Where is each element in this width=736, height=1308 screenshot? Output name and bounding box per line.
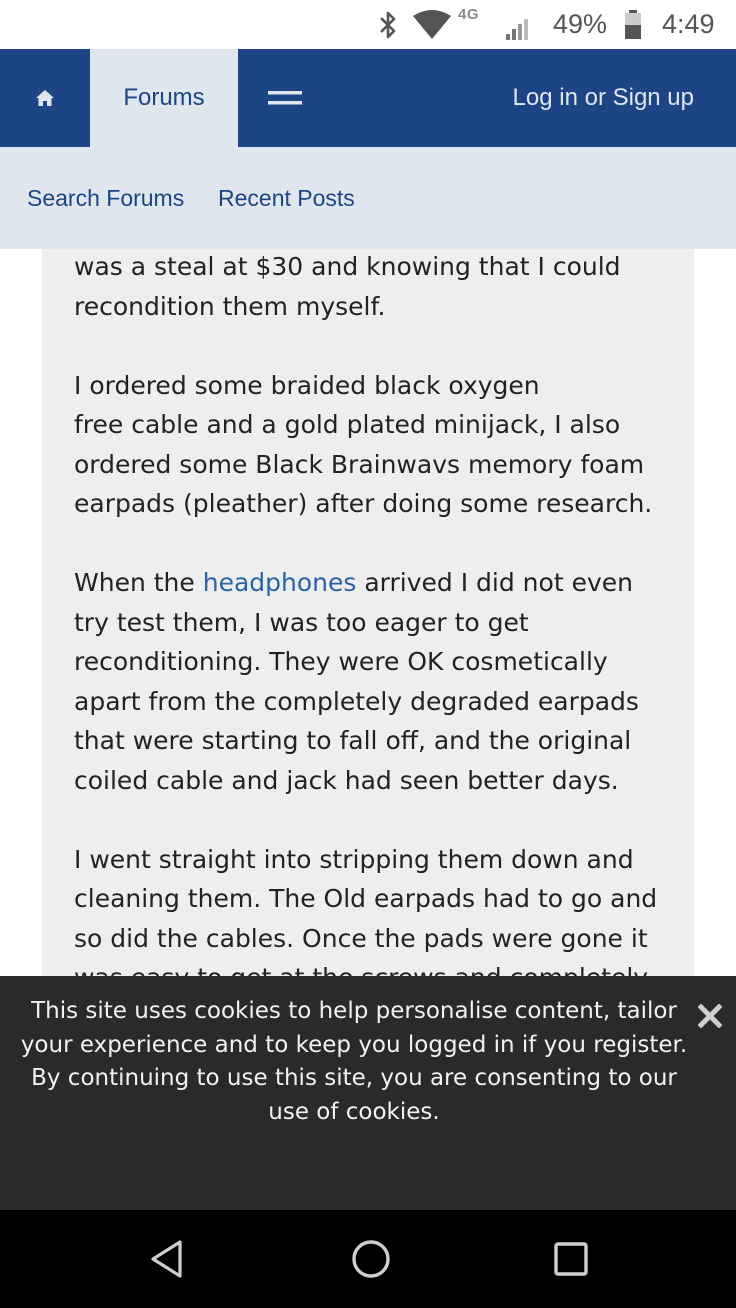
status-bar: 4G 49% 4:49 [0,0,736,49]
menu-button[interactable] [238,49,332,147]
search-forums-link[interactable]: Search Forums [27,147,184,249]
post-paragraph: When the headphones arrived I did not ev… [74,563,674,800]
headphones-link[interactable]: headphones [203,568,357,597]
post-text-fragment: When the [74,568,203,597]
network-type-label: 4G [458,6,480,23]
sub-navigation: Search Forums Recent Posts [0,147,736,249]
recents-button[interactable] [531,1210,611,1308]
post-text: was a steal at $30 and knowing that I co… [74,249,674,976]
home-button[interactable] [0,49,90,147]
battery-percent: 49% [553,9,608,39]
cookie-notice-line: By continuing to use this site, you are … [31,1065,677,1125]
hamburger-menu-icon [268,91,302,105]
back-icon [151,1240,182,1278]
signal-icon: 4G [458,0,532,49]
top-navigation: Forums Log in or Sign up [0,49,736,147]
home-circle-icon [352,1240,390,1278]
login-signup-link[interactable]: Log in or Sign up [513,49,694,147]
recents-icon [554,1242,588,1276]
close-icon [698,1004,722,1028]
tab-forums[interactable]: Forums [90,49,238,147]
wifi-icon [410,0,454,49]
back-button[interactable] [127,1210,207,1308]
system-navigation-bar [0,1210,736,1308]
home-icon [36,90,54,106]
post-paragraph: I ordered some braided black oxygen free … [74,366,674,524]
post-body: was a steal at $30 and knowing that I co… [42,249,694,976]
cookie-close-button[interactable] [695,1001,725,1031]
recent-posts-link[interactable]: Recent Posts [218,147,355,249]
system-home-button[interactable] [331,1210,411,1308]
cookie-notice-text: This site uses cookies to help personali… [14,995,694,1129]
cookie-notice-line: This site uses cookies to help personali… [20,998,688,1058]
post-text-fragment: arrived I did not even try test them, I … [74,568,639,795]
battery-icon [620,0,646,49]
clock: 4:49 [662,9,715,39]
main-content[interactable]: was a steal at $30 and knowing that I co… [0,249,736,976]
bluetooth-icon [374,0,402,49]
post-text-fragment: I ordered some braided black oxygen [74,370,540,400]
post-text-fragment: free cable and a gold plated minijack, I… [74,410,653,518]
post-paragraph: was a steal at $30 and knowing that I co… [74,252,621,321]
post-paragraph: I went straight into stripping them down… [74,844,658,977]
cookie-notice: This site uses cookies to help personali… [0,976,736,1210]
